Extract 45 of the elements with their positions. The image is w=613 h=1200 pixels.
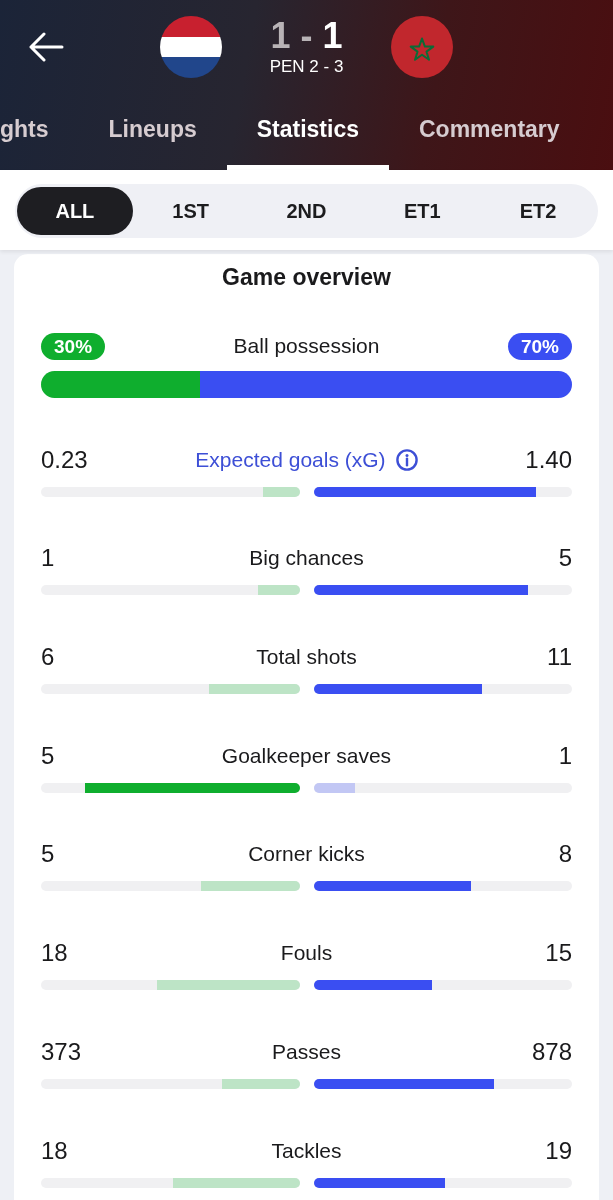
away-value: 1 (558, 740, 572, 771)
star-flag-icon (391, 16, 454, 78)
period-tab[interactable]: ALL (17, 187, 133, 235)
period-tab[interactable]: 1ST (132, 187, 249, 235)
home-value: 0.23 (41, 444, 88, 475)
stat-label: Passes (272, 1038, 341, 1065)
home-value: 18 (41, 938, 68, 969)
stat-label: Ball possession (233, 333, 380, 359)
stat-label: Fouls (280, 940, 333, 967)
section-title: Game overview (221, 263, 392, 292)
away-possession-badge: 70% (507, 332, 572, 360)
striped-flag-icon (159, 16, 222, 78)
stat-label[interactable]: Expected goals (xG) (195, 444, 386, 475)
home-value: 5 (41, 740, 55, 771)
period-tab[interactable]: ET1 (364, 187, 481, 235)
home-value: 5 (41, 839, 55, 870)
back-arrow-icon (28, 32, 64, 62)
period-tab[interactable]: ET2 (480, 187, 596, 235)
stat-label: Big chances (249, 545, 364, 572)
away-score: 1 (322, 16, 343, 55)
stat-label: Corner kicks (248, 841, 365, 868)
home-possession-badge: 30% (41, 332, 106, 360)
home-score: 1 (270, 16, 291, 55)
stat-label: Goalkeeper saves (221, 742, 392, 769)
home-value: 1 (41, 543, 55, 574)
info-icon[interactable] (395, 448, 418, 471)
home-value: 18 (41, 1135, 68, 1166)
away-value: 19 (545, 1135, 572, 1166)
tab[interactable]: ghts (0, 114, 79, 170)
home-value: 373 (41, 1036, 82, 1067)
away-value: 1.40 (525, 444, 572, 475)
tab[interactable]: Lineups (78, 114, 227, 170)
away-value: 11 (547, 642, 572, 673)
period-tab[interactable]: 2ND (248, 187, 365, 235)
score-separator: - (300, 16, 313, 55)
home-value: 6 (41, 642, 55, 673)
tab[interactable]: Commentary (389, 114, 590, 170)
away-value: 5 (558, 543, 572, 574)
away-value: 878 (531, 1036, 572, 1067)
stat-label: Tackles (271, 1137, 342, 1164)
penalty-score: PEN 2 - 3 (269, 55, 344, 78)
back-button[interactable] (28, 32, 64, 62)
stat-label: Total shots (256, 644, 357, 671)
away-value: 8 (558, 839, 572, 870)
away-value: 15 (545, 938, 572, 969)
